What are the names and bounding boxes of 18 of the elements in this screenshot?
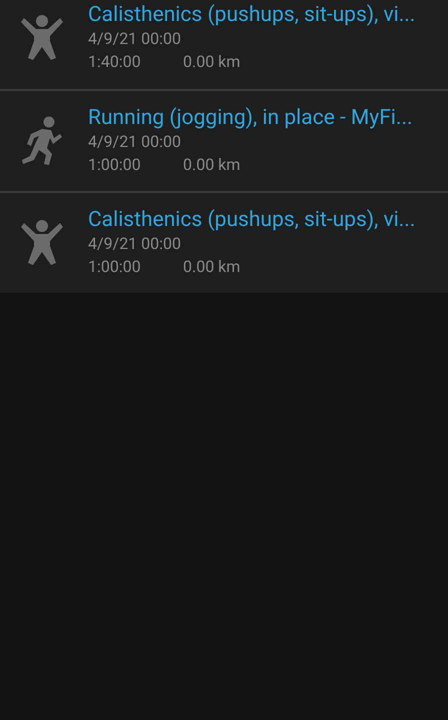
distance-text: 0.00 km	[183, 51, 240, 73]
duration-text: 1:00:00	[88, 154, 142, 176]
activity-date: 4/9/21 00:00	[88, 131, 182, 153]
activity-title: Calisthenics (pushups, sit-ups), vi...	[88, 2, 416, 28]
activity-title: Running (jogging), in place - MyFi...	[88, 105, 413, 131]
distance-text: 0.00 km	[183, 256, 240, 278]
person-arms-up-icon	[19, 219, 65, 267]
activity-row[interactable]: Calisthenics (pushups, sit-ups), vi... 4/9/21 00:00 1:40:00 0.00 km	[0, 0, 448, 89]
person-arms-up-icon	[19, 14, 65, 62]
duration-text: 1:40:00	[88, 51, 142, 73]
runner-icon	[22, 116, 62, 166]
activity-title: Calisthenics (pushups, sit-ups), vi...	[88, 207, 416, 233]
activity-date: 4/9/21 00:00	[88, 28, 182, 50]
activity-row[interactable]: Calisthenics (pushups, sit-ups), vi... 4/9/21 00:00 1:00:00 0.00 km	[0, 191, 448, 293]
duration-text: 1:00:00	[88, 256, 142, 278]
activity-date: 4/9/21 00:00	[88, 233, 182, 255]
activity-row[interactable]: Running (jogging), in place - MyFi... 4/9/21 00:00 1:00:00 0.00 km	[0, 89, 448, 191]
distance-text: 0.00 km	[183, 154, 240, 176]
